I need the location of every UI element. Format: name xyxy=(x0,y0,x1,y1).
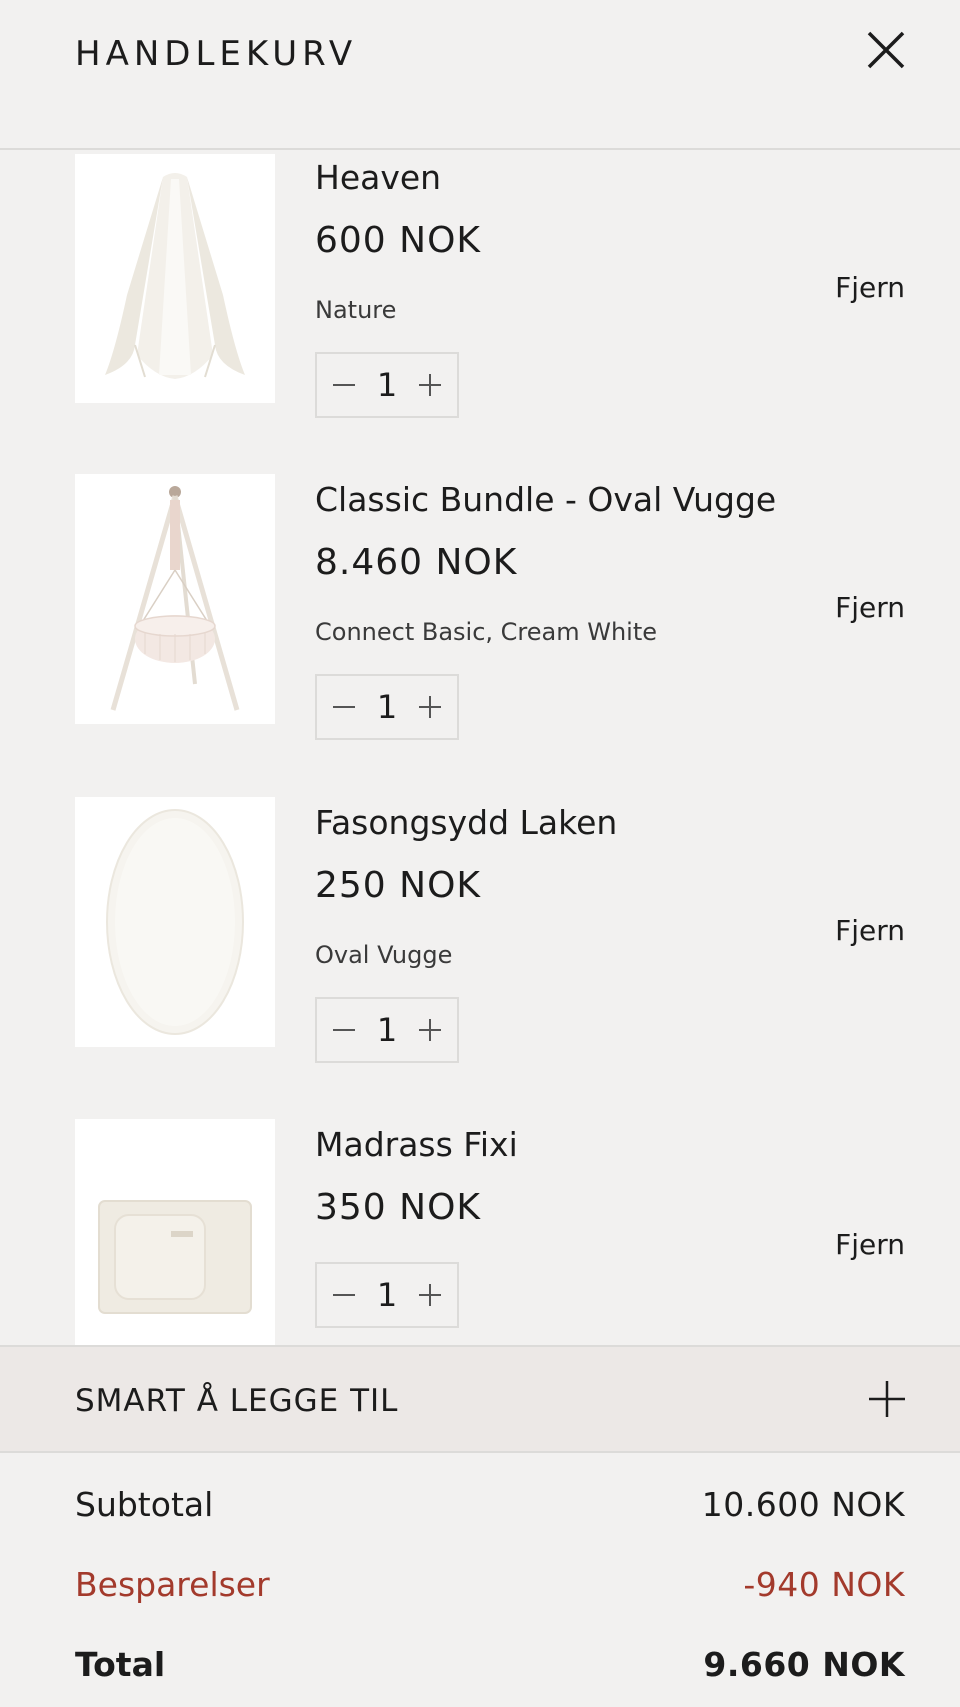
plus-icon xyxy=(418,374,441,396)
quantity-value[interactable]: 1 xyxy=(377,1011,397,1049)
plus-icon xyxy=(418,1019,441,1041)
remove-item-button[interactable]: Fjern xyxy=(835,271,905,304)
minus-icon xyxy=(333,1029,355,1031)
product-price: 8.460 NOK xyxy=(315,542,518,583)
product-price: 350 NOK xyxy=(315,1187,482,1228)
decrease-quantity-button[interactable] xyxy=(329,1280,359,1310)
product-price: 250 NOK xyxy=(315,865,482,906)
quantity-stepper: 1 xyxy=(315,352,459,418)
subtotal-row: Subtotal 10.600 NOK xyxy=(75,1485,905,1529)
subtotal-value: 10.600 NOK xyxy=(701,1485,905,1524)
increase-quantity-button[interactable] xyxy=(415,370,445,400)
cart-item: Heaven 600 NOK Nature 1 Fjern xyxy=(0,154,960,454)
product-name[interactable]: Classic Bundle - Oval Vugge xyxy=(315,480,776,519)
minus-icon xyxy=(333,1294,355,1296)
total-row: Total 9.660 NOK xyxy=(75,1645,905,1689)
close-icon[interactable] xyxy=(866,30,906,70)
product-name[interactable]: Madrass Fixi xyxy=(315,1125,518,1164)
quantity-value[interactable]: 1 xyxy=(377,1276,397,1314)
plus-icon xyxy=(418,1284,441,1306)
cart-items-list[interactable]: Heaven 600 NOK Nature 1 Fjern Classic Bu… xyxy=(0,152,960,1345)
product-name[interactable]: Heaven xyxy=(315,158,441,197)
product-variant: Oval Vugge xyxy=(315,941,453,969)
decrease-quantity-button[interactable] xyxy=(329,1015,359,1045)
total-label: Total xyxy=(75,1645,166,1684)
quantity-stepper: 1 xyxy=(315,997,459,1063)
remove-item-button[interactable]: Fjern xyxy=(835,591,905,624)
subtotal-label: Subtotal xyxy=(75,1485,214,1524)
minus-icon xyxy=(333,706,355,708)
plus-icon xyxy=(418,696,441,718)
quantity-value[interactable]: 1 xyxy=(377,366,397,404)
order-summary: Subtotal 10.600 NOK Besparelser -940 NOK… xyxy=(0,1455,960,1707)
plus-icon[interactable] xyxy=(869,1381,905,1417)
quantity-stepper: 1 xyxy=(315,674,459,740)
increase-quantity-button[interactable] xyxy=(415,1280,445,1310)
product-image-canopy[interactable] xyxy=(75,154,275,403)
smart-add-section[interactable]: SMART Å LEGGE TIL xyxy=(0,1345,960,1453)
decrease-quantity-button[interactable] xyxy=(329,370,359,400)
increase-quantity-button[interactable] xyxy=(415,692,445,722)
total-value: 9.660 NOK xyxy=(703,1645,905,1684)
cart-item: Fasongsydd Laken 250 NOK Oval Vugge 1 Fj… xyxy=(0,797,960,1097)
minus-icon xyxy=(333,384,355,386)
remove-item-button[interactable]: Fjern xyxy=(835,914,905,947)
cart-drawer: HANDLEKURV Heaven 600 NOK Nature 1 Fjern… xyxy=(0,0,960,1707)
product-price: 600 NOK xyxy=(315,220,482,261)
cart-item: Madrass Fixi 350 NOK 1 Fjern xyxy=(0,1119,960,1345)
decrease-quantity-button[interactable] xyxy=(329,692,359,722)
cart-header: HANDLEKURV xyxy=(0,0,960,150)
cart-item: Classic Bundle - Oval Vugge 8.460 NOK Co… xyxy=(0,474,960,774)
product-image-mattress[interactable] xyxy=(75,1119,275,1345)
product-image-cradle-stand[interactable] xyxy=(75,474,275,724)
cart-title: HANDLEKURV xyxy=(75,34,358,74)
remove-item-button[interactable]: Fjern xyxy=(835,1228,905,1261)
quantity-stepper: 1 xyxy=(315,1262,459,1328)
savings-value: -940 NOK xyxy=(743,1565,905,1604)
increase-quantity-button[interactable] xyxy=(415,1015,445,1045)
quantity-value[interactable]: 1 xyxy=(377,688,397,726)
product-image-oval-sheet[interactable] xyxy=(75,797,275,1047)
savings-label: Besparelser xyxy=(75,1565,270,1604)
product-variant: Nature xyxy=(315,296,397,324)
savings-row: Besparelser -940 NOK xyxy=(75,1565,905,1609)
product-name[interactable]: Fasongsydd Laken xyxy=(315,803,617,842)
smart-add-label: SMART Å LEGGE TIL xyxy=(75,1383,399,1419)
product-variant: Connect Basic, Cream White xyxy=(315,618,658,646)
